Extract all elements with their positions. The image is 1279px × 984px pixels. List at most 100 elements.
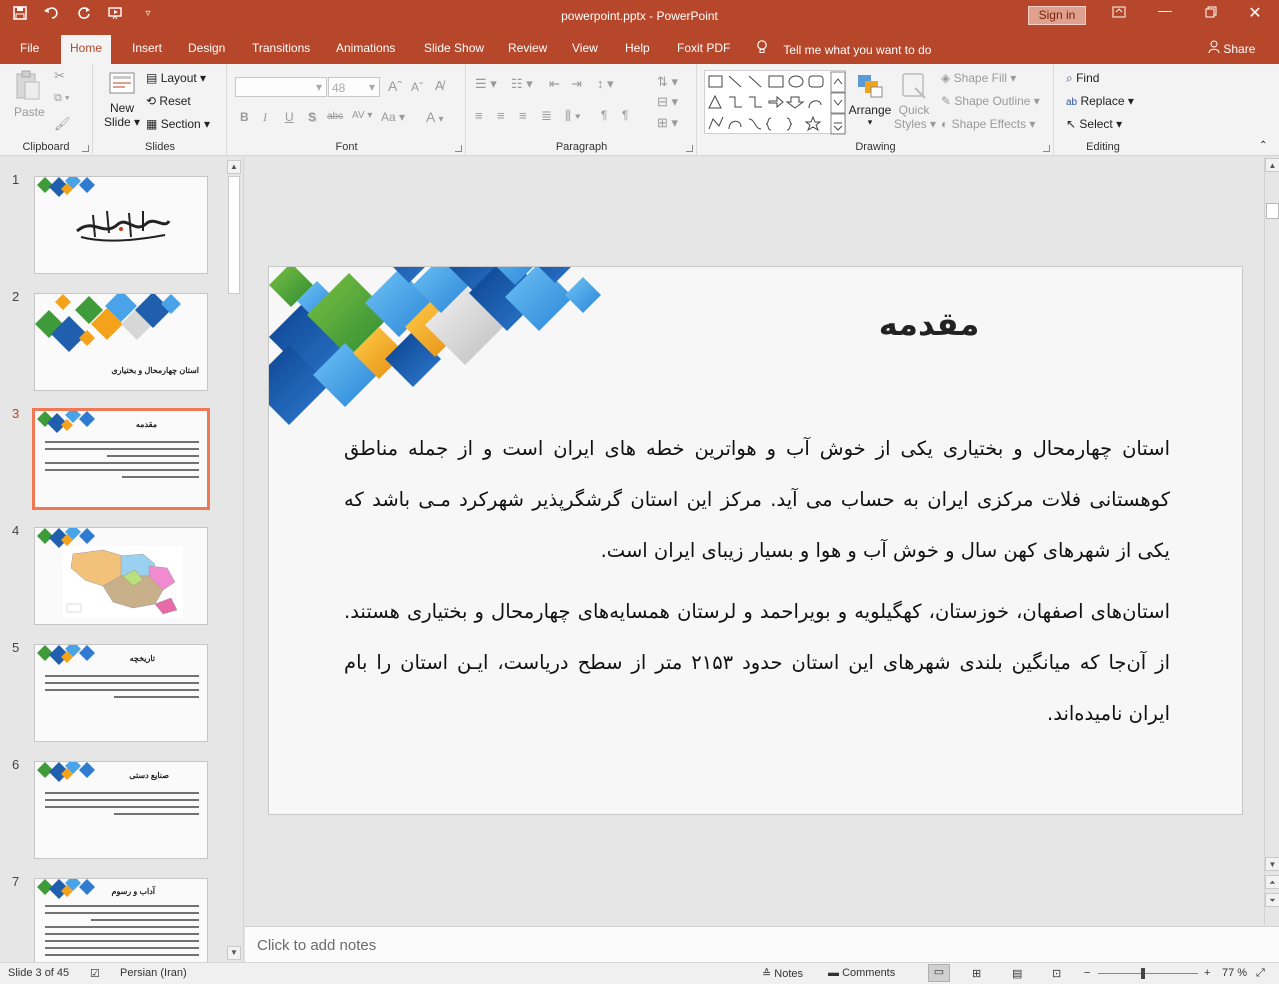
next-slide-icon[interactable]: ⏷: [1265, 893, 1279, 907]
change-case-button[interactable]: Aa ▾: [381, 110, 405, 124]
slide-sorter-icon[interactable]: ⊞: [972, 967, 981, 980]
scroll-down-icon[interactable]: ▼: [227, 946, 241, 960]
tell-me-box[interactable]: Tell me what you want to do: [756, 40, 931, 57]
tab-help[interactable]: Help: [625, 41, 650, 55]
zoom-slider-knob[interactable]: [1141, 968, 1146, 979]
numbering-icon[interactable]: ☷ ▾: [511, 76, 533, 92]
quick-styles-button[interactable]: Quick Styles ▾: [894, 72, 936, 131]
new-slide-button[interactable]: New Slide ▾: [104, 70, 140, 129]
sign-in-button[interactable]: Sign in: [1028, 6, 1086, 25]
smartart-icon[interactable]: ⊞ ▾: [657, 115, 678, 131]
slide-paragraph-2[interactable]: استان‌های اصفهان، خوزستان، کهگیلویه و بو…: [344, 586, 1170, 739]
notes-pane[interactable]: Click to add notes: [245, 926, 1279, 962]
scrollbar-thumb[interactable]: [1266, 203, 1279, 219]
language-indicator[interactable]: Persian (Iran): [120, 967, 187, 979]
minimize-icon[interactable]: —: [1150, 2, 1180, 18]
decrease-indent-icon[interactable]: ⇤: [549, 76, 560, 92]
tab-insert[interactable]: Insert: [132, 41, 162, 55]
shape-outline-button[interactable]: ✎ Shape Outline ▾: [941, 94, 1040, 108]
notes-toggle-button[interactable]: ≙ Notes: [762, 967, 803, 980]
align-right-icon[interactable]: ≡: [519, 108, 527, 123]
align-left-icon[interactable]: ≡: [475, 108, 483, 123]
font-name-select[interactable]: ▾: [235, 77, 327, 97]
spellcheck-icon[interactable]: ☑: [90, 967, 100, 980]
zoom-level[interactable]: 77 %: [1222, 967, 1247, 979]
cut-icon[interactable]: ✂: [54, 68, 65, 84]
scroll-up-icon[interactable]: ▲: [227, 160, 241, 174]
zoom-out-icon[interactable]: −: [1084, 967, 1090, 979]
paragraph-launcher-icon[interactable]: [686, 145, 693, 152]
rtl-icon[interactable]: ¶: [601, 108, 607, 122]
italic-button[interactable]: I: [263, 110, 267, 125]
align-text-icon[interactable]: ⊟ ▾: [657, 94, 678, 110]
ribbon-display-icon[interactable]: [1104, 5, 1134, 21]
tab-review[interactable]: Review: [508, 41, 547, 55]
collapse-ribbon-icon[interactable]: ⌃: [1259, 140, 1267, 151]
tab-slide-show[interactable]: Slide Show: [424, 41, 484, 55]
reading-view-icon[interactable]: ▤: [1012, 967, 1022, 980]
font-size-select[interactable]: 48 ▾: [328, 77, 380, 97]
scroll-down-icon[interactable]: ▼: [1265, 857, 1279, 871]
notes-placeholder[interactable]: Click to add notes: [257, 937, 376, 954]
tab-home[interactable]: Home: [61, 35, 112, 64]
shapes-gallery[interactable]: [704, 70, 846, 135]
slide-title[interactable]: مقدمه: [829, 305, 1029, 343]
paste-button[interactable]: Paste: [14, 70, 45, 119]
shape-fill-button[interactable]: ◈ Shape Fill ▾: [941, 71, 1016, 85]
copy-icon[interactable]: ⧉ ▾: [54, 92, 70, 105]
slide-paragraph-1[interactable]: استان چهارمحال و بختیاری یکی از خوش آب و…: [344, 423, 1170, 576]
line-spacing-icon[interactable]: ↕ ▾: [597, 76, 614, 92]
tab-animations[interactable]: Animations: [336, 41, 395, 55]
slide-thumbnail-7[interactable]: آداب و رسوم: [34, 878, 208, 962]
close-icon[interactable]: ✕: [1240, 3, 1270, 23]
strikethrough-button[interactable]: abc: [327, 111, 343, 122]
slide-thumbnail-3[interactable]: مقدمه: [32, 408, 210, 510]
slide-body-text[interactable]: استان چهارمحال و بختیاری یکی از خوش آب و…: [344, 423, 1170, 749]
font-color-button[interactable]: A ▾: [426, 109, 444, 125]
text-direction-icon[interactable]: ⇅ ▾: [657, 74, 678, 90]
reset-button[interactable]: ⟲ Reset: [146, 94, 191, 108]
select-button[interactable]: ↖ Select ▾: [1066, 117, 1122, 131]
slide-thumbnail-5[interactable]: تاریخچه: [34, 644, 208, 742]
format-painter-icon[interactable]: 🖌: [54, 116, 71, 132]
character-spacing-button[interactable]: AV ▾: [352, 110, 372, 121]
slide-thumbnail-4[interactable]: [34, 527, 208, 625]
grow-font-button[interactable]: Aˆ: [388, 78, 402, 94]
font-launcher-icon[interactable]: [455, 145, 462, 152]
scrollbar-thumb[interactable]: [228, 176, 240, 294]
comments-toggle-button[interactable]: ▬ Comments: [828, 967, 895, 979]
thumbnails-scrollbar[interactable]: ▲ ▼: [227, 160, 241, 960]
shape-effects-button[interactable]: ◐ Shape Effects ▾: [941, 117, 1035, 131]
zoom-in-icon[interactable]: +: [1204, 967, 1210, 979]
zoom-slider[interactable]: [1098, 968, 1198, 979]
align-center-icon[interactable]: ≡: [497, 108, 505, 123]
layout-button[interactable]: ▤ Layout ▾: [146, 71, 206, 85]
restore-icon[interactable]: [1196, 5, 1226, 21]
justify-icon[interactable]: ≣: [541, 108, 552, 124]
tab-transitions[interactable]: Transitions: [252, 41, 310, 55]
bold-button[interactable]: B: [240, 110, 249, 124]
find-button[interactable]: ⌕ Find: [1066, 71, 1099, 86]
clear-format-icon[interactable]: A̸: [435, 78, 444, 93]
replace-button[interactable]: ab Replace ▾: [1066, 94, 1134, 108]
underline-button[interactable]: U: [285, 110, 294, 124]
slide-thumbnail-2[interactable]: استان چهارمحال و بختیاری: [34, 293, 208, 391]
editor-scrollbar[interactable]: ▲ ▼ ⏶ ⏷: [1264, 157, 1279, 925]
increase-indent-icon[interactable]: ⇥: [571, 76, 582, 92]
tab-file[interactable]: File: [20, 41, 39, 55]
tab-foxit-pdf[interactable]: Foxit PDF: [677, 41, 730, 55]
slide-show-icon[interactable]: ⊡: [1052, 967, 1061, 980]
shrink-font-button[interactable]: Aˇ: [411, 80, 423, 94]
ltr-icon[interactable]: ¶: [622, 108, 628, 122]
current-slide[interactable]: مقدمه استان چهارمحال و بختیاری یکی از خو…: [268, 266, 1243, 815]
tab-view[interactable]: View: [572, 41, 598, 55]
shadow-button[interactable]: S: [308, 110, 316, 124]
drawing-launcher-icon[interactable]: [1043, 145, 1050, 152]
section-button[interactable]: ▦ Section ▾: [146, 117, 210, 131]
arrange-button[interactable]: Arrange ▾: [848, 72, 892, 128]
share-button[interactable]: Share: [1208, 40, 1255, 56]
normal-view-icon[interactable]: ▭: [928, 964, 950, 982]
bullets-icon[interactable]: ☰ ▾: [475, 76, 497, 92]
scroll-up-icon[interactable]: ▲: [1265, 158, 1279, 172]
previous-slide-icon[interactable]: ⏶: [1265, 875, 1279, 889]
